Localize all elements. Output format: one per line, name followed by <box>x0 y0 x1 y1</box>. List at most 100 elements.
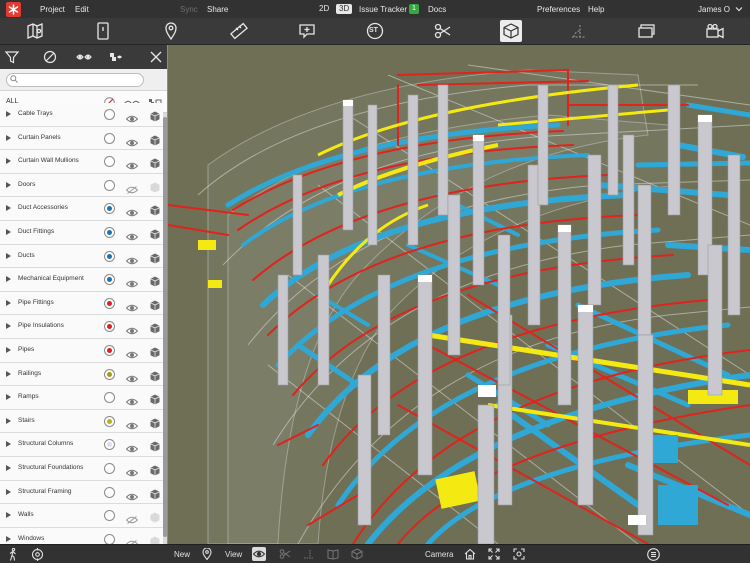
expand-arrow-icon[interactable] <box>6 181 11 188</box>
expand-arrow-icon[interactable] <box>6 111 11 117</box>
location-pin-icon[interactable] <box>160 20 182 42</box>
show-hidden-icon[interactable] <box>76 49 92 65</box>
visibility-eye-icon[interactable] <box>125 228 139 246</box>
isolate-cube-icon[interactable] <box>150 227 160 245</box>
color-swatch[interactable] <box>104 368 115 380</box>
menu-preferences[interactable]: Preferences <box>537 5 580 14</box>
expand-arrow-icon[interactable] <box>6 299 11 306</box>
expand-arrow-icon[interactable] <box>6 252 11 259</box>
menu-edit[interactable]: Edit <box>75 5 89 14</box>
hide-all-icon[interactable] <box>42 49 58 65</box>
visibility-eye-icon[interactable] <box>125 204 139 222</box>
hidden-eye-icon[interactable] <box>125 181 139 199</box>
color-swatch[interactable] <box>104 321 115 333</box>
walk-icon[interactable] <box>6 547 20 561</box>
color-swatch[interactable] <box>104 415 115 427</box>
expand-arrow-icon[interactable] <box>6 276 11 283</box>
category-row[interactable]: Duct Accessories <box>0 197 163 221</box>
menu-docs[interactable]: Docs <box>428 5 446 14</box>
view-label[interactable]: View <box>225 550 242 559</box>
view-3d-toggle[interactable]: 3D <box>336 4 353 14</box>
category-row[interactable]: Cable Trays <box>0 103 163 127</box>
color-swatch[interactable] <box>104 392 115 404</box>
category-row[interactable]: Pipes <box>0 338 163 364</box>
isolate-cube-icon[interactable] <box>150 133 160 151</box>
category-row[interactable]: Railings <box>0 362 163 387</box>
color-swatch[interactable] <box>104 156 115 168</box>
menu-project[interactable]: Project <box>40 5 65 14</box>
category-row[interactable]: Structural Foundations <box>0 456 163 482</box>
menu-help[interactable]: Help <box>588 5 604 14</box>
expand-arrow-icon[interactable] <box>6 464 11 471</box>
isolate-cube-icon[interactable] <box>150 463 160 481</box>
sheet-icon[interactable] <box>92 20 114 42</box>
camera-label[interactable]: Camera <box>425 550 453 559</box>
category-row[interactable]: Mechanical Equipment <box>0 268 163 292</box>
hidden-eye-icon[interactable] <box>125 511 139 529</box>
category-row[interactable]: Ducts <box>0 244 163 269</box>
category-row[interactable]: Structural Columns <box>0 433 163 457</box>
screens-icon[interactable] <box>636 20 658 42</box>
color-swatch[interactable] <box>104 344 115 356</box>
color-swatch[interactable] <box>104 439 115 451</box>
category-row[interactable]: Ramps <box>0 386 163 410</box>
color-swatch[interactable] <box>104 226 115 238</box>
isolate-cube-icon[interactable] <box>150 345 160 363</box>
isolate-cube-icon[interactable] <box>150 392 160 410</box>
visibility-eye-icon[interactable] <box>125 488 139 506</box>
isolate-cube-icon[interactable] <box>150 109 160 127</box>
list-icon[interactable] <box>646 547 660 561</box>
isolate-icon[interactable] <box>108 49 124 65</box>
model-3d-viewport[interactable] <box>168 45 750 544</box>
color-swatch[interactable] <box>104 203 115 215</box>
user-name[interactable]: James O <box>698 5 730 14</box>
color-swatch[interactable] <box>104 462 115 474</box>
expand-arrow-icon[interactable] <box>6 205 11 212</box>
isolate-cube-icon[interactable] <box>150 298 160 316</box>
dimension-icon[interactable] <box>568 20 590 42</box>
color-swatch[interactable] <box>104 250 115 262</box>
sidebar-scrollbar[interactable] <box>163 113 167 544</box>
color-swatch[interactable] <box>104 179 115 191</box>
isolate-cube-icon[interactable] <box>150 251 160 269</box>
expand-arrow-icon[interactable] <box>6 441 11 448</box>
scissors-icon[interactable] <box>432 20 454 42</box>
category-row[interactable]: Windows <box>0 527 163 544</box>
color-swatch[interactable] <box>104 274 115 286</box>
isolate-cube-icon[interactable] <box>150 156 160 174</box>
category-row[interactable]: Pipe Fittings <box>0 291 163 316</box>
orbit-icon[interactable] <box>30 547 44 561</box>
book-icon[interactable] <box>326 547 340 561</box>
visibility-eye-icon[interactable] <box>125 157 139 175</box>
comment-add-icon[interactable] <box>296 20 318 42</box>
visibility-eye-icon[interactable] <box>125 393 139 411</box>
isolate-cube-icon[interactable] <box>150 321 160 339</box>
expand-arrow-icon[interactable] <box>6 394 11 401</box>
dimension-icon[interactable] <box>302 547 316 561</box>
home-icon[interactable] <box>463 547 477 561</box>
zoom-extents-icon[interactable] <box>512 547 526 561</box>
visibility-eye-icon[interactable] <box>125 464 139 482</box>
isolate-cube-icon[interactable] <box>150 439 160 457</box>
expand-arrow-icon[interactable] <box>6 346 11 353</box>
hidden-eye-icon[interactable] <box>125 535 139 544</box>
close-icon[interactable] <box>148 49 164 65</box>
visibility-eye-icon[interactable] <box>125 346 139 364</box>
expand-arrow-icon[interactable] <box>6 370 11 377</box>
map-pin-sheet-icon[interactable] <box>24 20 46 42</box>
scissors-icon[interactable] <box>278 547 292 561</box>
color-swatch[interactable] <box>104 109 115 120</box>
category-row[interactable]: Walls <box>0 504 163 528</box>
isolate-cube-icon[interactable] <box>150 203 160 221</box>
view-2d-toggle[interactable]: 2D <box>316 4 332 14</box>
user-chevron-icon[interactable] <box>735 5 743 13</box>
visibility-eye-icon[interactable] <box>125 417 139 435</box>
category-row[interactable]: Stairs <box>0 409 163 435</box>
category-row[interactable]: Pipe Insulations <box>0 315 163 339</box>
cube-icon[interactable] <box>500 20 522 42</box>
isolate-cube-icon[interactable] <box>150 369 160 387</box>
menu-share[interactable]: Share <box>207 5 228 14</box>
expand-arrow-icon[interactable] <box>6 323 11 330</box>
isolate-cube-icon[interactable] <box>150 487 160 505</box>
st-icon[interactable]: ST <box>364 20 386 42</box>
